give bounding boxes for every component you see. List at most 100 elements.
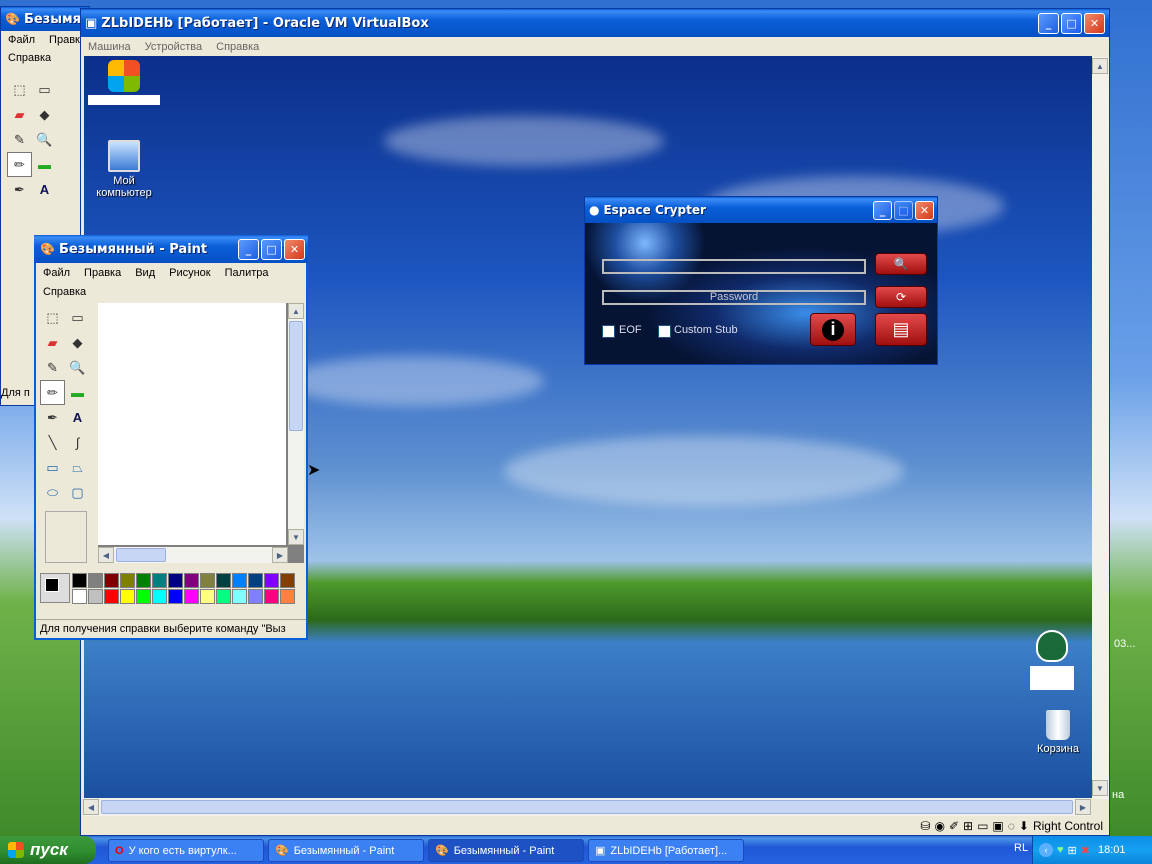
task-paint-1[interactable]: 🎨 Безымянный - Paint — [268, 839, 424, 862]
palette-swatch[interactable] — [200, 573, 215, 588]
palette-swatch[interactable] — [232, 573, 247, 588]
cd-icon[interactable]: ◉ — [934, 819, 944, 833]
menu-help[interactable]: Справка — [36, 286, 93, 298]
free-select-icon[interactable]: ⬚ — [7, 77, 32, 102]
rect-select-icon[interactable]: ▭ — [32, 77, 57, 102]
palette-swatch[interactable] — [152, 589, 167, 604]
palette-swatch[interactable] — [264, 589, 279, 604]
palette-swatch[interactable] — [88, 589, 103, 604]
magnifier-icon[interactable]: 🔍 — [32, 127, 57, 152]
vertical-scrollbar[interactable]: ▲ ▼ — [1091, 57, 1109, 799]
paint-close-button[interactable]: ✕ — [284, 238, 305, 260]
password-field[interactable]: Password — [602, 290, 866, 305]
menu-image[interactable]: Рисунок — [162, 267, 218, 279]
shared-folder-icon[interactable]: ▭ — [977, 819, 988, 833]
picker-icon[interactable]: ✎ — [40, 355, 65, 380]
tool-options-box[interactable] — [45, 511, 87, 563]
pencil-icon[interactable]: ✏ — [7, 152, 32, 177]
menu-help[interactable]: Справка — [209, 41, 266, 53]
scroll-up-icon[interactable]: ▲ — [288, 303, 304, 319]
palette-swatch[interactable] — [168, 589, 183, 604]
scroll-left-icon[interactable]: ◀ — [98, 547, 114, 563]
desktop-icon-recycle-bin[interactable]: Корзина — [1018, 710, 1092, 755]
palette-swatch[interactable] — [72, 573, 87, 588]
custom-stub-checkbox[interactable] — [658, 325, 671, 338]
horizontal-scroll-thumb[interactable] — [101, 800, 1073, 814]
eraser-icon[interactable]: ▰ — [7, 102, 32, 127]
palette-swatch[interactable] — [120, 589, 135, 604]
menu-file[interactable]: Файл — [36, 267, 77, 279]
crypter-window[interactable]: ● Espace Crypter _ □ ✕ 🔍 Password ⟳ EOF … — [584, 196, 938, 365]
host-paint-titlebar[interactable]: 🎨 Безымян — [1, 7, 89, 31]
menu-file[interactable]: Файл — [1, 34, 42, 46]
browse-button[interactable]: 🔍 — [875, 253, 927, 275]
menu-view[interactable]: Вид — [128, 267, 162, 279]
hdd-icon[interactable]: ⛁ — [920, 819, 930, 833]
brush-icon[interactable]: ▬ — [65, 380, 90, 405]
close-button[interactable]: ✕ — [1084, 12, 1105, 34]
file-path-input[interactable] — [602, 259, 866, 274]
palette-swatch[interactable] — [72, 589, 87, 604]
paint-window[interactable]: 🎨 Безымянный - Paint _ □ ✕ Файл Правка В… — [34, 235, 308, 640]
palette-swatch[interactable] — [216, 589, 231, 604]
palette-swatch[interactable] — [88, 573, 103, 588]
mouse-icon[interactable]: ◌ — [1008, 819, 1015, 833]
crypter-minimize-button[interactable]: _ — [873, 200, 892, 220]
palette-swatch[interactable] — [280, 573, 295, 588]
scroll-left-icon[interactable]: ◀ — [83, 799, 99, 815]
palette-swatch[interactable] — [248, 573, 263, 588]
scroll-right-icon[interactable]: ▶ — [272, 547, 288, 563]
airbrush-icon[interactable]: ✒ — [40, 405, 65, 430]
menu-edit[interactable]: Правка — [77, 267, 128, 279]
drawing-canvas[interactable] — [98, 303, 286, 545]
desktop-icon-my-computer[interactable]: Мой компьютер — [84, 140, 164, 199]
canvas-hscroll-thumb[interactable] — [116, 548, 166, 562]
network-tray-icon[interactable]: ⊞ — [1068, 844, 1077, 857]
scroll-down-icon[interactable]: ▼ — [288, 529, 304, 545]
canvas-vertical-scrollbar[interactable]: ▲ ▼ — [288, 303, 304, 545]
save-button[interactable]: ▤ — [875, 313, 927, 346]
desktop-icon-xp[interactable] — [84, 60, 164, 105]
palette-swatch[interactable] — [248, 589, 263, 604]
start-button[interactable]: пуск — [0, 836, 96, 864]
network-icon[interactable]: ⊞ — [963, 819, 973, 833]
horizontal-scrollbar[interactable]: ◀ ▶ — [83, 798, 1091, 816]
eraser-icon[interactable]: ▰ — [40, 330, 65, 355]
magnifier-icon[interactable]: 🔍 — [65, 355, 90, 380]
menu-machine[interactable]: Машина — [81, 41, 138, 53]
eof-checkbox[interactable] — [602, 325, 615, 338]
crypter-titlebar[interactable]: ● Espace Crypter _ □ ✕ — [585, 197, 937, 223]
palette-swatch[interactable] — [136, 589, 151, 604]
clock[interactable]: 18:01 — [1098, 844, 1126, 856]
task-paint-2[interactable]: 🎨 Безымянный - Paint — [428, 839, 584, 862]
crypter-close-button[interactable]: ✕ — [915, 200, 934, 220]
palette-swatch[interactable] — [104, 589, 119, 604]
brush-icon[interactable]: ▬ — [32, 152, 57, 177]
free-select-icon[interactable]: ⬚ — [40, 305, 65, 330]
rounded-rect-icon[interactable]: ▢ — [65, 480, 90, 505]
minimize-button[interactable]: _ — [1038, 12, 1059, 34]
display-icon[interactable]: ▣ — [992, 819, 1003, 833]
text-icon[interactable]: A — [65, 405, 90, 430]
palette-swatch[interactable] — [168, 573, 183, 588]
desktop-icon-shortcut[interactable] — [1012, 630, 1092, 690]
paint-maximize-button[interactable]: □ — [261, 238, 282, 260]
language-indicator[interactable]: RL — [1014, 842, 1028, 854]
fill-icon[interactable]: ◆ — [65, 330, 90, 355]
palette-swatch[interactable] — [120, 573, 135, 588]
palette-swatch[interactable] — [280, 589, 295, 604]
paint-minimize-button[interactable]: _ — [238, 238, 259, 260]
fill-icon[interactable]: ◆ — [32, 102, 57, 127]
scroll-down-icon[interactable]: ▼ — [1092, 780, 1108, 796]
task-virtualbox[interactable]: ▣ ZLbIDEHb [Работает]... — [588, 839, 744, 862]
tray-expand-icon[interactable]: ‹ — [1039, 843, 1053, 857]
menu-devices[interactable]: Устройства — [138, 41, 210, 53]
text-icon[interactable]: A — [32, 177, 57, 202]
generate-password-button[interactable]: ⟳ — [875, 286, 927, 308]
task-opera[interactable]: O У кого есть виртулк... — [108, 839, 264, 862]
polygon-icon[interactable]: ⏢ — [65, 455, 90, 480]
palette-swatch[interactable] — [184, 589, 199, 604]
scroll-right-icon[interactable]: ▶ — [1075, 799, 1091, 815]
scroll-up-icon[interactable]: ▲ — [1092, 58, 1108, 74]
rectangle-icon[interactable]: ▭ — [40, 455, 65, 480]
